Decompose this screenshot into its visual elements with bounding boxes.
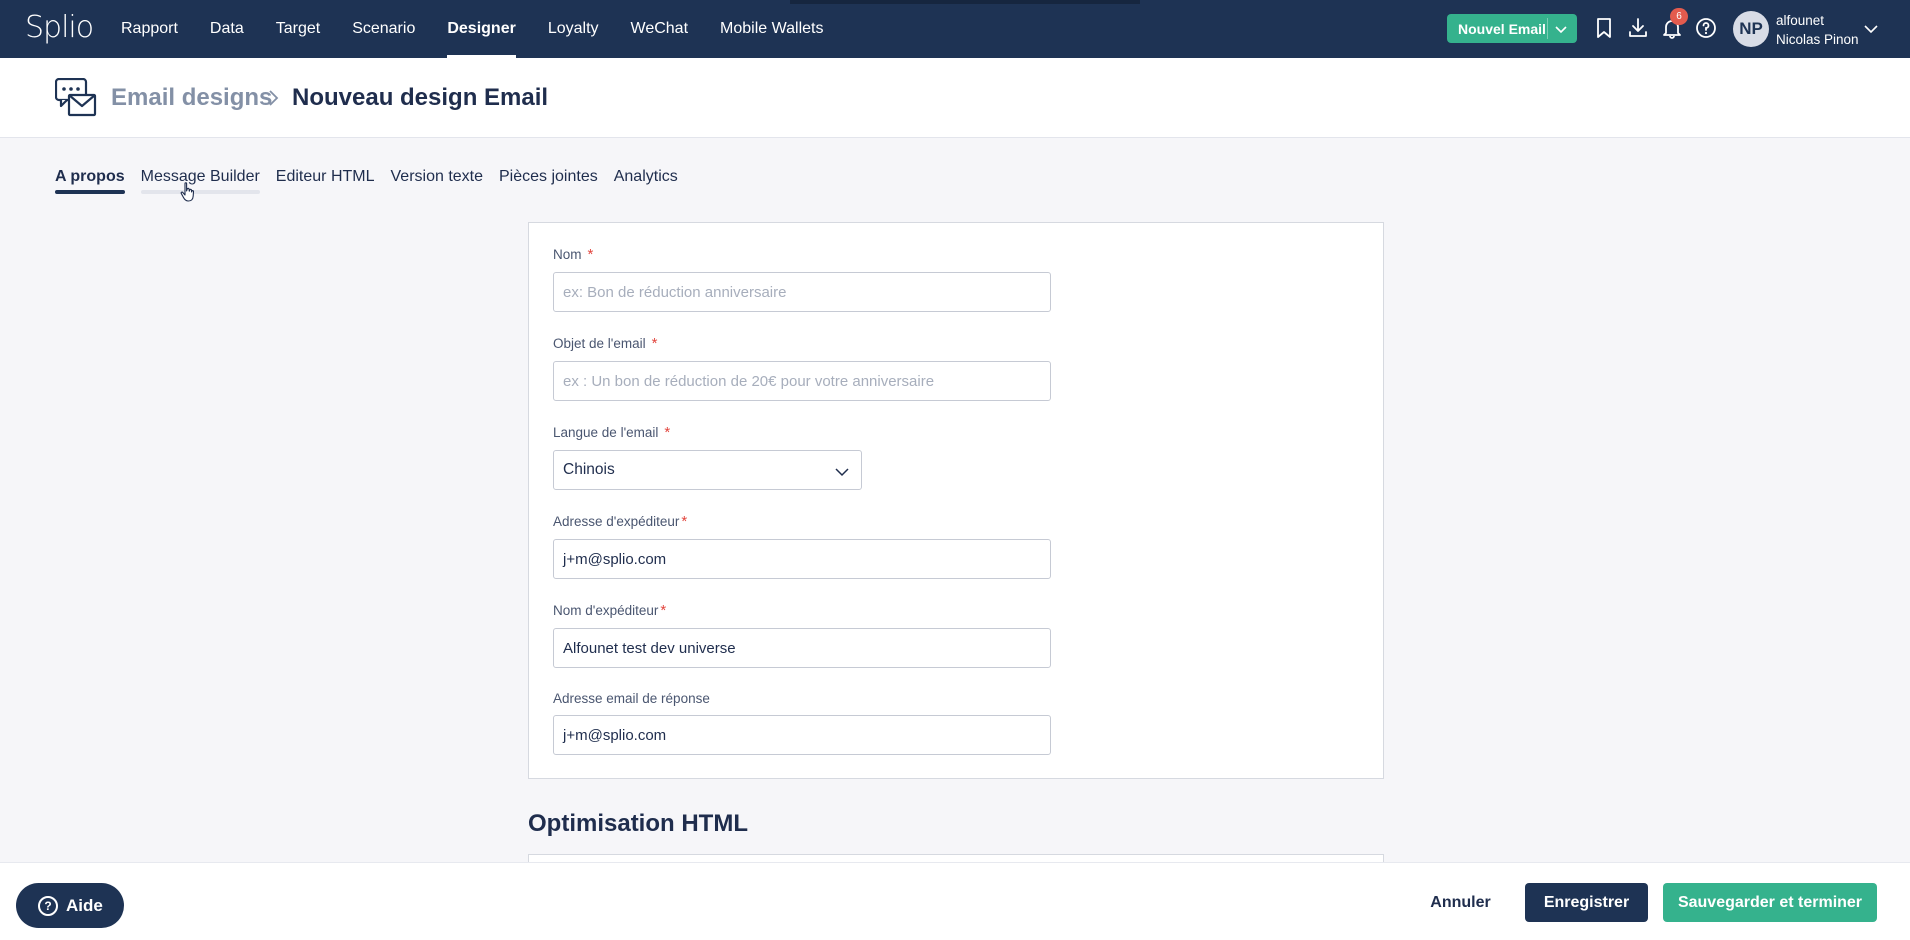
top-navbar: Splio Rapport Data Target Scenario Desig…: [0, 0, 1910, 58]
email-design-icon: [54, 77, 97, 123]
chevron-right-icon: [266, 89, 280, 112]
objet-label: Objet de l'email *: [553, 335, 658, 352]
new-email-label: Nouvel Email: [1458, 20, 1546, 37]
nav-item-loyalty[interactable]: Loyalty: [532, 0, 615, 58]
about-form-card: Nom * ex: Bon de réduction anniversaire O…: [528, 222, 1384, 779]
tab-analytics[interactable]: Analytics: [614, 168, 678, 194]
cancel-button[interactable]: Annuler: [1418, 883, 1503, 922]
help-circle-icon[interactable]: [1693, 15, 1719, 41]
bookmark-icon[interactable]: [1591, 15, 1617, 41]
required-marker: *: [660, 602, 667, 619]
help-button[interactable]: ? Aide: [16, 883, 124, 928]
pointer-cursor-icon: [180, 182, 196, 207]
notification-badge: 6: [1670, 8, 1688, 25]
avatar[interactable]: NP: [1733, 11, 1769, 47]
reponse-email-input[interactable]: j+m@splio.com: [553, 715, 1051, 755]
help-icon: ?: [38, 895, 58, 916]
tab-pieces-jointes[interactable]: Pièces jointes: [499, 168, 598, 194]
nav-item-wechat[interactable]: WeChat: [615, 0, 705, 58]
langue-value: Chinois: [563, 461, 615, 478]
nav-overlay-band: [790, 0, 1140, 4]
user-login: alfounet: [1776, 13, 1825, 28]
tab-editeur-html[interactable]: Editeur HTML: [276, 168, 375, 194]
nav-item-scenario[interactable]: Scenario: [336, 0, 431, 58]
required-marker: *: [664, 424, 671, 441]
save-and-finish-button[interactable]: Sauvegarder et terminer: [1663, 883, 1877, 922]
langue-label: Langue de l'email *: [553, 424, 671, 441]
tab-message-builder[interactable]: Message Builder: [140, 168, 260, 194]
section-title-optimisation: Optimisation HTML: [528, 810, 748, 837]
required-marker: *: [681, 513, 688, 530]
adresse-expediteur-input[interactable]: j+m@splio.com: [553, 539, 1051, 579]
user-name: Nicolas Pinon: [1776, 32, 1859, 47]
adresse-expediteur-label: Adresse d'expéditeur *: [553, 513, 688, 530]
chevron-down-icon[interactable]: [1553, 21, 1569, 40]
splio-logo[interactable]: Splio: [25, 10, 94, 45]
main-menu: Rapport Data Target Scenario Designer Lo…: [105, 0, 839, 58]
save-button[interactable]: Enregistrer: [1525, 883, 1648, 922]
langue-select[interactable]: Chinois: [553, 450, 862, 490]
nom-expediteur-label: Nom d'expéditeur *: [553, 602, 667, 619]
reponse-label: Adresse email de réponse: [553, 691, 710, 706]
new-email-button[interactable]: Nouvel Email: [1447, 14, 1577, 43]
design-tabs: A propos Message Builder Editeur HTML Ve…: [55, 168, 694, 194]
breadcrumb-email-designs[interactable]: Email designs: [111, 84, 272, 112]
chevron-down-icon: [835, 465, 849, 483]
page-title: Nouveau design Email: [292, 84, 549, 111]
nom-label: Nom *: [553, 246, 594, 263]
tab-a-propos[interactable]: A propos: [55, 168, 125, 194]
nom-expediteur-input[interactable]: Alfounet test dev universe: [553, 628, 1051, 668]
nav-item-rapport[interactable]: Rapport: [105, 0, 194, 58]
download-icon[interactable]: [1625, 15, 1651, 41]
tab-version-texte[interactable]: Version texte: [391, 168, 484, 194]
required-marker: *: [651, 335, 658, 352]
chevron-down-icon[interactable]: [1862, 20, 1880, 43]
nom-input[interactable]: ex: Bon de réduction anniversaire: [553, 272, 1051, 312]
button-separator: [1547, 18, 1548, 39]
help-label: Aide: [66, 895, 103, 915]
page-header: Email designs Nouveau design Email: [0, 58, 1910, 138]
nav-item-target[interactable]: Target: [260, 0, 336, 58]
objet-input[interactable]: ex : Un bon de réduction de 20€ pour vot…: [553, 361, 1051, 401]
nav-item-mobile-wallets[interactable]: Mobile Wallets: [704, 0, 839, 58]
user-info[interactable]: alfounet Nicolas Pinon: [1776, 11, 1859, 49]
required-marker: *: [587, 246, 594, 263]
nav-item-data[interactable]: Data: [194, 0, 260, 58]
nav-item-designer[interactable]: Designer: [431, 0, 531, 58]
